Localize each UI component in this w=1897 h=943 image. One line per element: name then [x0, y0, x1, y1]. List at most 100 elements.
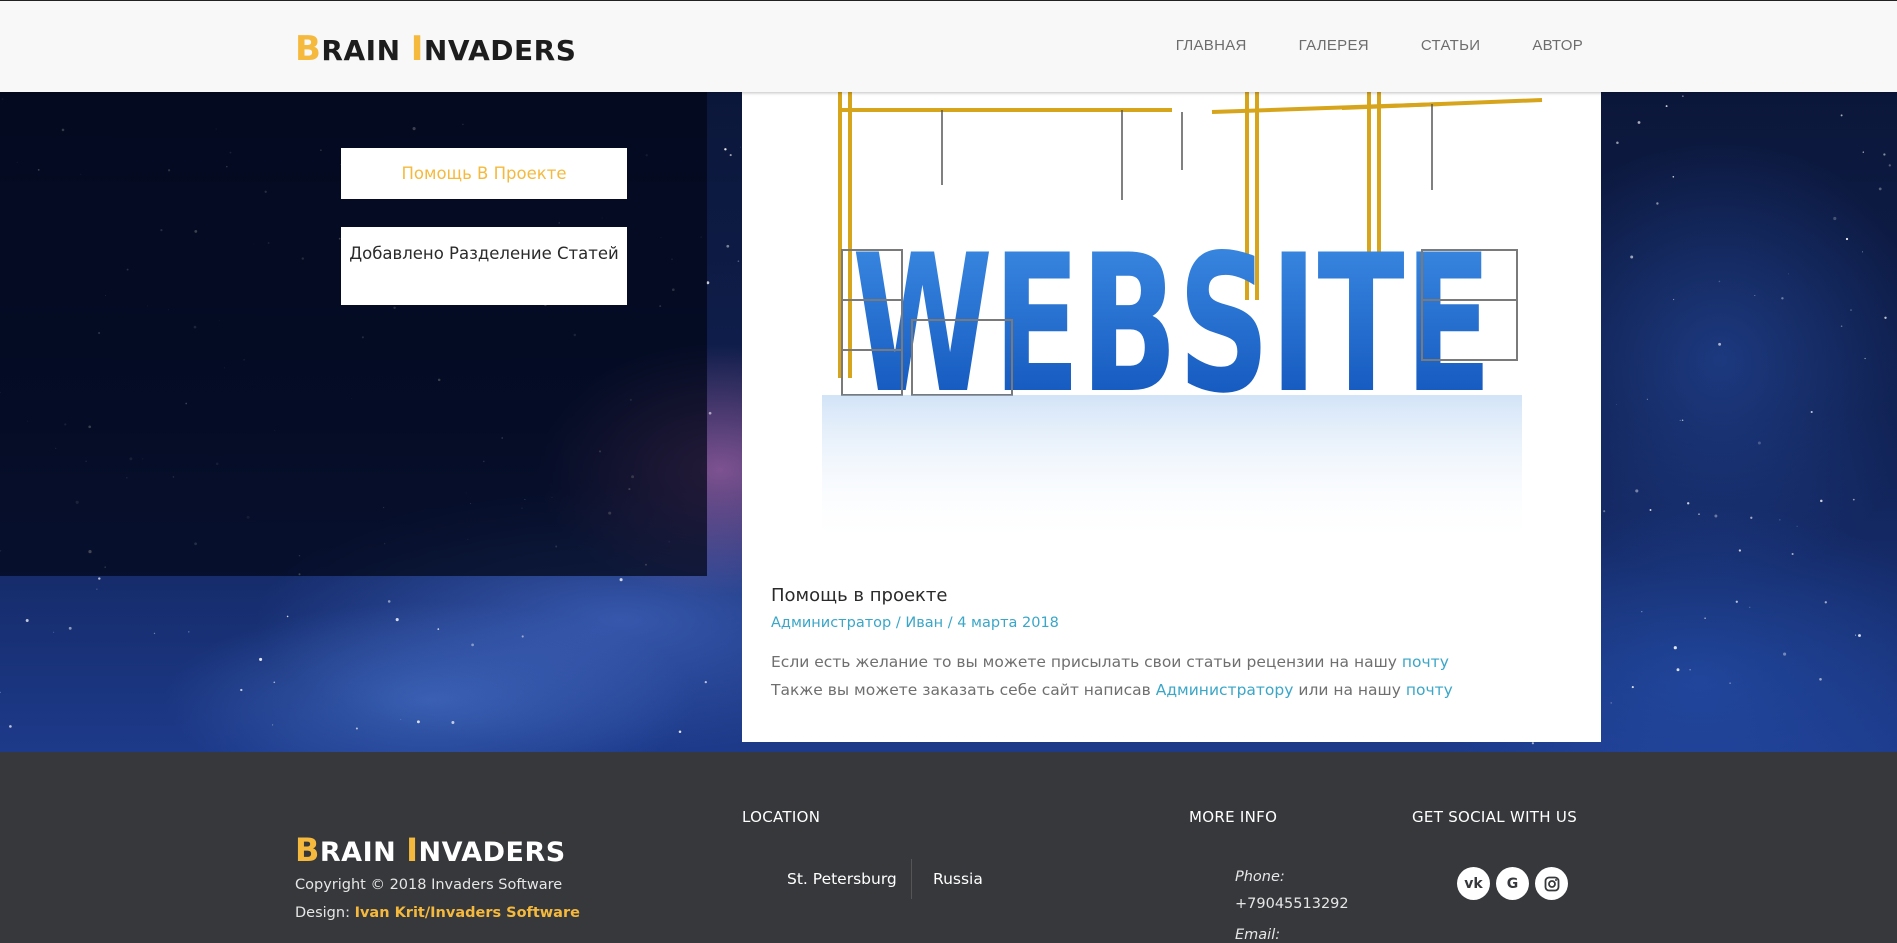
- star: [1878, 187, 1882, 191]
- star: [1850, 309, 1852, 312]
- star: [1750, 516, 1753, 519]
- star: [1824, 601, 1827, 604]
- star: [1840, 114, 1843, 117]
- star: [726, 244, 730, 248]
- star: [678, 730, 682, 734]
- article-card: WEBSITE Помощь в проекте Администратор /…: [742, 0, 1601, 742]
- star: [704, 680, 707, 684]
- star: [1665, 105, 1668, 108]
- star: [0, 691, 1, 694]
- star: [416, 720, 420, 724]
- star: [1631, 686, 1634, 689]
- star: [1833, 216, 1837, 221]
- star: [740, 146, 741, 148]
- star: [1810, 410, 1813, 414]
- location-city: St. Petersburg: [787, 870, 897, 888]
- star: [1704, 617, 1706, 619]
- star: [1649, 509, 1652, 511]
- mail-link[interactable]: почту: [1402, 653, 1449, 671]
- star: [1641, 611, 1643, 613]
- google-icon[interactable]: G: [1496, 867, 1529, 900]
- star: [1681, 419, 1684, 421]
- star: [355, 727, 358, 730]
- star: [1819, 678, 1822, 681]
- star: [1616, 141, 1619, 144]
- star: [400, 718, 402, 720]
- star: [68, 626, 72, 630]
- star: [1840, 325, 1843, 328]
- star: [619, 578, 623, 582]
- star: [737, 260, 740, 263]
- site-header: BRAIN INVADERS ГЛАВНАЯ ГАЛЕРЕЯ СТАТЬИ АВ…: [0, 0, 1897, 92]
- article-meta[interactable]: Администратор / Иван / 4 марта 2018: [771, 615, 1059, 631]
- vk-icon[interactable]: vk: [1457, 867, 1490, 900]
- star: [395, 618, 399, 622]
- star: [1714, 514, 1718, 518]
- admin-link[interactable]: Администратору: [1156, 681, 1294, 699]
- main-nav: ГЛАВНАЯ ГАЛЕРЕЯ СТАТЬИ АВТОР: [1176, 37, 1583, 54]
- nav-home[interactable]: ГЛАВНАЯ: [1176, 37, 1247, 54]
- star: [521, 635, 524, 638]
- instagram-icon[interactable]: [1535, 867, 1568, 900]
- star: [1738, 549, 1742, 552]
- social-heading: GET SOCIAL WITH US: [1412, 808, 1578, 826]
- nav-articles[interactable]: СТАТЬИ: [1421, 37, 1480, 54]
- star: [471, 643, 474, 647]
- star: [1852, 498, 1855, 501]
- article-body: Если есть желание то вы можете присылать…: [771, 648, 1571, 704]
- star: [1820, 499, 1823, 503]
- phone-number[interactable]: +79045513292: [1235, 896, 1349, 912]
- star: [1630, 255, 1634, 259]
- star: [1862, 151, 1864, 153]
- star: [1656, 202, 1659, 205]
- design-author-link[interactable]: Ivan Krit/Invaders Software: [355, 905, 580, 921]
- star: [1698, 513, 1700, 515]
- star: [1687, 502, 1690, 505]
- star: [1883, 153, 1886, 156]
- star: [1749, 606, 1751, 608]
- star: [1603, 510, 1606, 513]
- article-line-2: Также вы можете заказать себе сайт напис…: [771, 681, 1453, 699]
- footer-logo[interactable]: BRAIN INVADERS: [295, 831, 566, 869]
- email-label: Email:: [1235, 927, 1281, 943]
- star: [9, 725, 12, 728]
- star: [259, 657, 263, 661]
- nav-gallery[interactable]: ГАЛЕРЕЯ: [1299, 37, 1369, 54]
- star: [1646, 398, 1648, 400]
- nav-author[interactable]: АВТОР: [1532, 37, 1583, 54]
- star: [1754, 294, 1756, 297]
- star: [1682, 95, 1684, 97]
- star: [1855, 634, 1857, 636]
- star: [1788, 273, 1789, 275]
- star: [1791, 552, 1794, 556]
- star: [98, 577, 101, 580]
- sidebar-item-articles-split[interactable]: Добавлено Разделение Статей: [341, 227, 627, 305]
- location-divider: [911, 859, 912, 899]
- star: [240, 688, 243, 692]
- star: [1858, 634, 1861, 637]
- star: [153, 632, 156, 635]
- star: [1689, 669, 1691, 671]
- star: [1531, 742, 1534, 745]
- star: [1635, 489, 1639, 493]
- star: [273, 681, 276, 684]
- star: [96, 588, 98, 590]
- star: [729, 154, 732, 157]
- star: [1718, 342, 1722, 346]
- mail-link-2[interactable]: почту: [1406, 681, 1453, 699]
- star: [724, 148, 727, 151]
- star: [387, 600, 391, 603]
- star: [25, 619, 29, 622]
- article-title[interactable]: Помощь в проекте: [771, 585, 947, 606]
- sidebar-item-help-project[interactable]: Помощь В Проекте: [341, 148, 627, 199]
- star: [1610, 702, 1613, 704]
- star: [1672, 298, 1675, 301]
- site-logo[interactable]: BRAIN INVADERS: [295, 29, 576, 69]
- star: [1757, 441, 1761, 445]
- star: [1796, 525, 1798, 527]
- star: [53, 631, 55, 633]
- star: [1679, 419, 1681, 421]
- star: [188, 631, 190, 633]
- star: [1888, 164, 1891, 167]
- star: [1735, 600, 1738, 603]
